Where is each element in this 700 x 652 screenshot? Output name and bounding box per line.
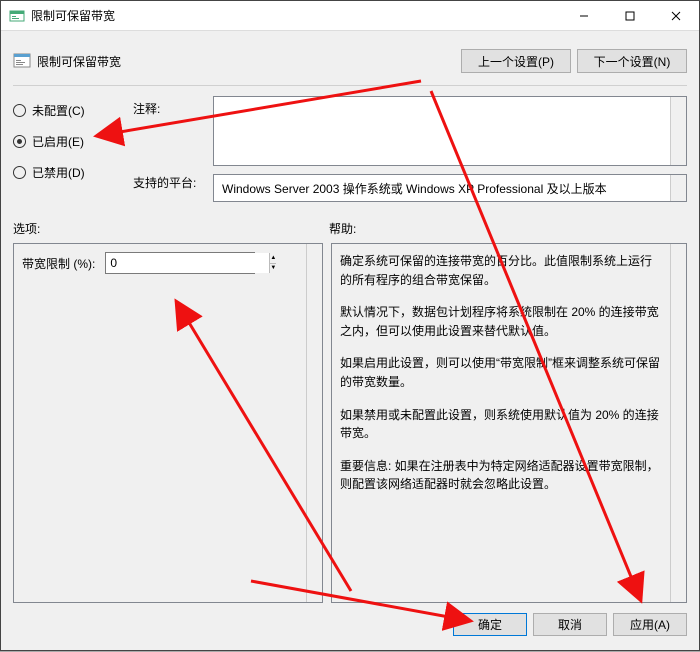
apply-button[interactable]: 应用(A) (613, 613, 687, 636)
radio-icon (13, 166, 26, 179)
panels: 带宽限制 (%): ▲ ▼ 确定系统可保留的连接带宽的百分比。此值限制系统上运行… (13, 243, 687, 603)
next-setting-button[interactable]: 下一个设置(N) (577, 49, 687, 73)
help-paragraph: 确定系统可保留的连接带宽的百分比。此值限制系统上运行的所有程序的组合带宽保留。 (340, 252, 660, 289)
app-icon (9, 8, 25, 24)
supported-on-text: Windows Server 2003 操作系统或 Windows XP Pro… (222, 180, 607, 197)
radio-label: 未配置(C) (32, 102, 85, 119)
help-paragraph: 如果启用此设置，则可以使用“带宽限制”框来调整系统可保留的带宽数量。 (340, 354, 660, 391)
bandwidth-limit-spinner[interactable]: ▲ ▼ (105, 252, 255, 274)
dialog-window: 限制可保留带宽 限制可保留带宽 (0, 0, 700, 651)
scrollbar[interactable] (670, 175, 686, 201)
help-paragraph: 重要信息: 如果在注册表中为特定网络适配器设置带宽限制，则配置该网络适配器时就会… (340, 457, 660, 494)
radio-label: 已启用(E) (32, 133, 84, 150)
policy-icon (13, 52, 31, 70)
comment-label: 注释: (133, 100, 203, 174)
divider (13, 85, 687, 86)
window-title: 限制可保留带宽 (31, 7, 561, 24)
minimize-button[interactable] (561, 1, 607, 30)
titlebar: 限制可保留带宽 (1, 1, 699, 31)
radio-disabled[interactable]: 已禁用(D) (13, 164, 123, 181)
supported-label: 支持的平台: (133, 174, 203, 191)
content-area: 限制可保留带宽 上一个设置(P) 下一个设置(N) 未配置(C) 已启用(E) … (1, 31, 699, 650)
radio-not-configured[interactable]: 未配置(C) (13, 102, 123, 119)
radio-enabled[interactable]: 已启用(E) (13, 133, 123, 150)
help-label: 帮助: (329, 220, 687, 237)
spinner-down-button[interactable]: ▼ (270, 264, 276, 274)
help-panel: 确定系统可保留的连接带宽的百分比。此值限制系统上运行的所有程序的组合带宽保留。 … (331, 243, 687, 603)
scrollbar[interactable] (670, 97, 686, 165)
field-column: Windows Server 2003 操作系统或 Windows XP Pro… (213, 96, 687, 202)
scrollbar[interactable] (670, 244, 686, 602)
radio-group: 未配置(C) 已启用(E) 已禁用(D) (13, 96, 123, 202)
bandwidth-limit-input[interactable] (106, 253, 269, 273)
help-paragraph: 如果禁用或未配置此设置，则系统使用默认值为 20% 的连接带宽。 (340, 406, 660, 443)
prev-setting-button[interactable]: 上一个设置(P) (461, 49, 571, 73)
config-block: 未配置(C) 已启用(E) 已禁用(D) 注释: 支持的平台: (13, 96, 687, 202)
help-text: 确定系统可保留的连接带宽的百分比。此值限制系统上运行的所有程序的组合带宽保留。 … (340, 252, 678, 494)
radio-icon (13, 135, 26, 148)
help-paragraph: 默认情况下，数据包计划程序将系统限制在 20% 的连接带宽之内，但可以使用此设置… (340, 303, 660, 340)
bandwidth-limit-label: 带宽限制 (%): (22, 255, 95, 272)
maximize-button[interactable] (607, 1, 653, 30)
options-label: 选项: (13, 220, 329, 237)
page-title: 限制可保留带宽 (37, 53, 455, 70)
spinner-up-button[interactable]: ▲ (270, 253, 276, 264)
supported-on-box: Windows Server 2003 操作系统或 Windows XP Pro… (213, 174, 687, 202)
scrollbar[interactable] (306, 244, 322, 602)
ok-button[interactable]: 确定 (453, 613, 527, 636)
radio-icon (13, 104, 26, 117)
options-panel: 带宽限制 (%): ▲ ▼ (13, 243, 323, 603)
section-labels: 选项: 帮助: (13, 220, 687, 237)
label-column: 注释: 支持的平台: (133, 96, 203, 202)
cancel-button[interactable]: 取消 (533, 613, 607, 636)
dialog-footer: 确定 取消 应用(A) (13, 603, 687, 642)
close-button[interactable] (653, 1, 699, 30)
comment-textarea[interactable] (213, 96, 687, 166)
header-row: 限制可保留带宽 上一个设置(P) 下一个设置(N) (13, 41, 687, 81)
radio-label: 已禁用(D) (32, 164, 85, 181)
